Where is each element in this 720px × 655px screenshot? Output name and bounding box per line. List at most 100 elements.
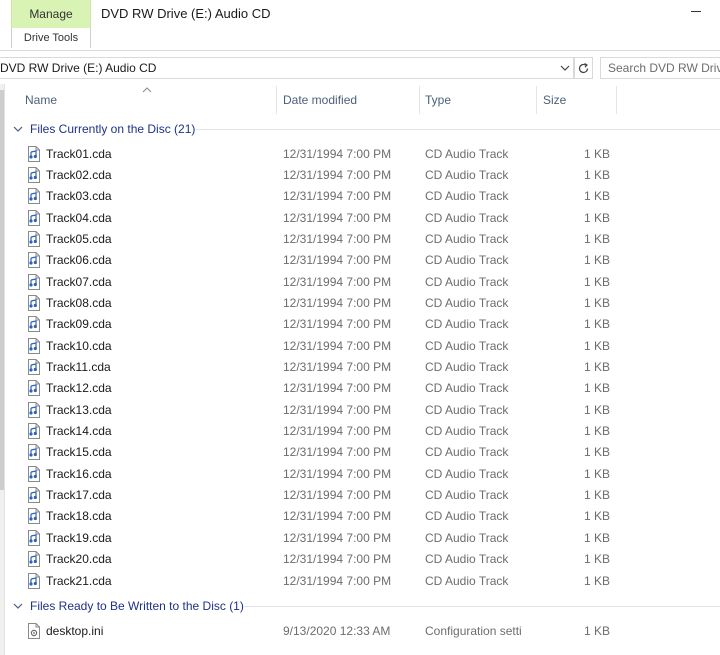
file-name: desktop.ini: [46, 623, 104, 638]
file-size: 1 KB: [583, 552, 610, 567]
file-row[interactable]: Track12.cda 12/31/1994 7:00 PM CD Audio Tr…: [6, 378, 720, 399]
audio-track-file-icon: [27, 487, 41, 504]
file-name-cell[interactable]: Track17.cda: [27, 485, 112, 506]
file-type: CD Audio Track: [425, 573, 509, 588]
file-name-cell[interactable]: Track11.cda: [27, 357, 111, 378]
date-modified: 12/31/1994 7:00 PM: [283, 231, 392, 246]
file-size: 1 KB: [583, 189, 610, 204]
column-header-type[interactable]: Type: [418, 86, 536, 114]
address-bar[interactable]: DVD RW Drive (E:) Audio CD: [0, 57, 574, 79]
file-name: Track10.cda: [46, 338, 112, 353]
audio-track-file-icon: [27, 508, 41, 525]
file-name-cell[interactable]: Track04.cda: [27, 207, 112, 228]
file-name-cell[interactable]: Track08.cda: [27, 292, 112, 313]
file-row[interactable]: Track16.cda 12/31/1994 7:00 PM CD Audio Tr…: [6, 463, 720, 484]
column-header-date[interactable]: Date modified: [276, 86, 419, 114]
group-header-ready-to-write[interactable]: Files Ready to Be Written to the Disc (1…: [6, 597, 244, 615]
column-header-size[interactable]: Size: [536, 86, 616, 114]
file-type: CD Audio Track: [425, 381, 509, 396]
file-name: Track07.cda: [46, 274, 112, 289]
address-dropdown-icon[interactable]: [559, 61, 571, 75]
audio-track-file-icon: [27, 423, 41, 440]
file-name: Track05.cda: [46, 231, 112, 246]
file-row[interactable]: Track15.cda 12/31/1994 7:00 PM CD Audio Tr…: [6, 442, 720, 463]
date-modified: 12/31/1994 7:00 PM: [283, 146, 392, 161]
date-modified: 12/31/1994 7:00 PM: [283, 274, 392, 289]
date-modified: 12/31/1994 7:00 PM: [283, 381, 392, 396]
file-type: CD Audio Track: [425, 338, 509, 353]
manage-tab[interactable]: Manage: [11, 0, 91, 28]
file-name-cell[interactable]: Track20.cda: [27, 549, 112, 570]
file-name: Track11.cda: [46, 360, 111, 374]
file-row[interactable]: Track03.cda 12/31/1994 7:00 PM CD Audio Tr…: [6, 186, 720, 207]
file-name-cell[interactable]: Track02.cda: [27, 164, 112, 185]
refresh-button[interactable]: [574, 57, 593, 79]
group-header-on-disc[interactable]: Files Currently on the Disc (21): [6, 120, 195, 138]
file-name-cell[interactable]: Track05.cda: [27, 228, 112, 249]
file-type: Configuration setti: [425, 623, 522, 638]
file-row[interactable]: Track05.cda 12/31/1994 7:00 PM CD Audio Tr…: [6, 228, 720, 249]
file-name-cell[interactable]: Track10.cda: [27, 335, 112, 356]
refresh-icon: [578, 62, 589, 73]
audio-track-file-icon: [27, 380, 41, 397]
file-name: Track21.cda: [46, 573, 112, 588]
file-name: Track16.cda: [46, 466, 112, 481]
file-row[interactable]: Track08.cda 12/31/1994 7:00 PM CD Audio Tr…: [6, 292, 720, 313]
file-row[interactable]: Track13.cda 12/31/1994 7:00 PM CD Audio Tr…: [6, 399, 720, 420]
file-type: CD Audio Track: [425, 466, 509, 481]
file-row[interactable]: Track10.cda 12/31/1994 7:00 PM CD Audio Tr…: [6, 335, 720, 356]
file-type: CD Audio Track: [425, 231, 509, 246]
file-type: CD Audio Track: [425, 488, 509, 503]
file-row[interactable]: Track20.cda 12/31/1994 7:00 PM CD Audio Tr…: [6, 549, 720, 570]
file-row[interactable]: Track17.cda 12/31/1994 7:00 PM CD Audio Tr…: [6, 485, 720, 506]
file-row[interactable]: Track01.cda 12/31/1994 7:00 PM CD Audio Tr…: [6, 143, 720, 164]
sort-ascending-icon: [142, 87, 152, 93]
date-modified: 12/31/1994 7:00 PM: [283, 360, 392, 374]
file-row[interactable]: Track06.cda 12/31/1994 7:00 PM CD Audio Tr…: [6, 250, 720, 271]
file-name-cell[interactable]: Track01.cda: [27, 143, 112, 164]
file-name-cell[interactable]: Track07.cda: [27, 271, 112, 292]
date-modified: 12/31/1994 7:00 PM: [283, 573, 392, 588]
file-name-cell[interactable]: Track13.cda: [27, 399, 112, 420]
file-row[interactable]: Track09.cda 12/31/1994 7:00 PM CD Audio Tr…: [6, 314, 720, 335]
file-name-cell[interactable]: Track14.cda: [27, 421, 112, 442]
file-name-cell[interactable]: Track18.cda: [27, 506, 112, 527]
scrollbar-thumb[interactable]: [0, 90, 4, 490]
file-row[interactable]: Track02.cda 12/31/1994 7:00 PM CD Audio Tr…: [6, 164, 720, 185]
minimize-button[interactable]: [684, 0, 714, 24]
file-name-cell[interactable]: Track15.cda: [27, 442, 112, 463]
file-name-cell[interactable]: Track16.cda: [27, 463, 112, 484]
file-name: Track19.cda: [46, 530, 112, 545]
column-header-size-label: Size: [543, 93, 567, 107]
file-name-cell[interactable]: Track12.cda: [27, 378, 112, 399]
file-name-cell[interactable]: Track09.cda: [27, 314, 112, 335]
file-row[interactable]: Track07.cda 12/31/1994 7:00 PM CD Audio Tr…: [6, 271, 720, 292]
file-name-cell[interactable]: Track03.cda: [27, 186, 112, 207]
date-modified: 12/31/1994 7:00 PM: [283, 167, 392, 182]
file-row[interactable]: Track11.cda 12/31/1994 7:00 PM CD Audio Tr…: [6, 357, 720, 378]
file-row[interactable]: Track19.cda 12/31/1994 7:00 PM CD Audio Tr…: [6, 527, 720, 548]
file-name-cell[interactable]: Track06.cda: [27, 250, 112, 271]
file-row[interactable]: Track18.cda 12/31/1994 7:00 PM CD Audio Tr…: [6, 506, 720, 527]
column-separator[interactable]: [616, 86, 617, 114]
file-row[interactable]: Track04.cda 12/31/1994 7:00 PM CD Audio Tr…: [6, 207, 720, 228]
file-row[interactable]: Track21.cda 12/31/1994 7:00 PM CD Audio Tr…: [6, 570, 720, 591]
file-row[interactable]: desktop.ini 9/13/2020 12:33 AM Configurati…: [6, 620, 720, 641]
file-row[interactable]: Track14.cda 12/31/1994 7:00 PM CD Audio Tr…: [6, 421, 720, 442]
search-input[interactable]: [601, 58, 720, 78]
file-name: Track03.cda: [46, 189, 112, 204]
file-name-cell[interactable]: Track19.cda: [27, 527, 112, 548]
date-modified: 12/31/1994 7:00 PM: [283, 295, 392, 310]
file-name-cell[interactable]: Track21.cda: [27, 570, 112, 591]
file-size: 1 KB: [583, 488, 610, 503]
file-size: 1 KB: [583, 274, 610, 289]
file-name: Track12.cda: [46, 381, 112, 396]
file-name: Track09.cda: [46, 317, 112, 332]
audio-track-file-icon: [27, 316, 41, 333]
audio-track-file-icon: [27, 401, 41, 418]
file-name-cell[interactable]: desktop.ini: [27, 620, 103, 641]
drive-tools-tab[interactable]: Drive Tools: [11, 28, 91, 48]
file-size: 1 KB: [583, 530, 610, 545]
search-box[interactable]: [600, 57, 720, 79]
window-title: DVD RW Drive (E:) Audio CD: [101, 6, 271, 21]
